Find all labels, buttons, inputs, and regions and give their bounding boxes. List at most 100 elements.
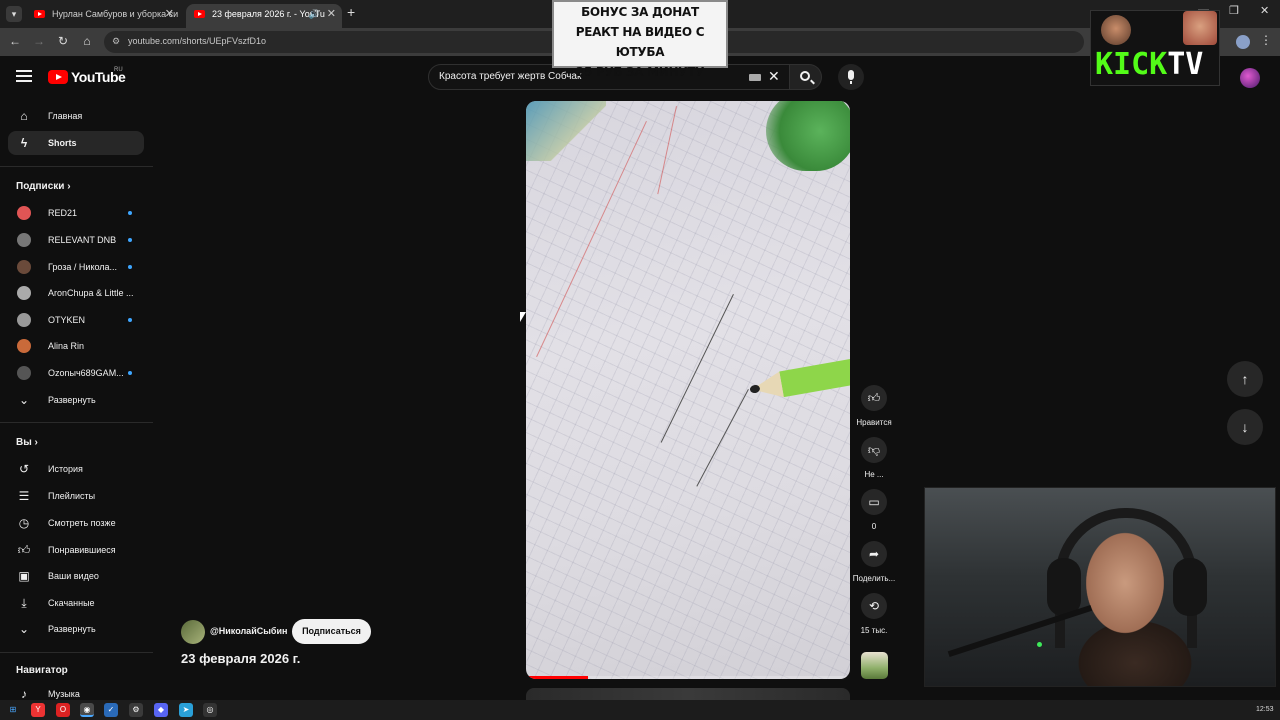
sidebar-item-your-videos[interactable]: ▣ Ваши видео (8, 564, 144, 588)
sidebar-item-subscription[interactable]: Ozonыч689GAM... (8, 361, 144, 385)
kick-tv-overlay: KICKTV (1090, 10, 1220, 86)
yandex-browser-icon[interactable]: Y (31, 703, 45, 717)
subscriptions-heading[interactable]: Подписки › (16, 181, 71, 192)
sidebar-expand-you[interactable]: ⌄ Развернуть (8, 617, 144, 641)
sidebar-item-subscription[interactable]: RELEVANT DNB (8, 228, 144, 252)
sidebar-expand-subscriptions[interactable]: ⌄ Развернуть (8, 388, 144, 412)
sidebar-item-label: Смотреть позже (48, 518, 116, 528)
sidebar-item-playlists[interactable]: ☰ Плейлисты (8, 484, 144, 508)
remix-button[interactable]: ⟲ (861, 593, 887, 619)
telegram-icon[interactable]: ➤ (179, 703, 193, 717)
headphones-detail (1047, 558, 1081, 616)
sidebar-item-label: Alina Rin (48, 341, 85, 351)
channel-avatar (17, 286, 31, 300)
restore-icon[interactable]: ❐ (1229, 4, 1239, 17)
sidebar-item-label: Плейлисты (48, 491, 96, 501)
subscriptions-title: Подписки (16, 181, 65, 192)
youtube-favicon-icon (194, 10, 205, 18)
sidebar-item-label: Скачанные (48, 598, 95, 608)
app-icon[interactable]: ✓ (104, 703, 118, 717)
account-avatar[interactable] (1240, 68, 1260, 88)
opera-icon[interactable]: O (56, 703, 70, 717)
remix-count: 15 тыс. (860, 626, 888, 635)
dislike-button[interactable]: 👎︎ (861, 437, 887, 463)
profile-icon[interactable] (1236, 35, 1250, 49)
sidebar-item-downloads[interactable]: ⤓ Скачанные (8, 591, 144, 615)
sidebar-item-subscription[interactable]: Alina Rin (8, 334, 144, 358)
keyboard-icon[interactable] (749, 74, 761, 81)
shorts-video-player[interactable] (526, 101, 850, 679)
sidebar-item-subscription[interactable]: AronChupa & Little ... (8, 281, 144, 305)
close-window-icon[interactable]: ✕ (1260, 4, 1269, 17)
shorts-icon: ϟ (20, 136, 28, 150)
browser-tab-2-active[interactable]: 23 февраля 2026 г. - YouTu 🔊 ✕ (186, 4, 342, 28)
like-label: Нравится (856, 418, 892, 427)
sidebar-item-subscription[interactable]: RED21 (8, 201, 144, 225)
channel-avatar (17, 366, 31, 380)
new-content-dot (128, 371, 132, 375)
you-heading[interactable]: Вы › (16, 437, 38, 448)
new-tab-button[interactable]: + (347, 4, 355, 20)
comments-button[interactable]: ▭ (861, 489, 887, 515)
sidebar-item-watch-later[interactable]: ◷ Смотреть позже (8, 511, 144, 535)
browser-tab-1[interactable]: Нурлан Самбуров и уборка си ✕ (26, 4, 180, 28)
sidebar-item-shorts[interactable]: ϟ Shorts (8, 131, 144, 155)
previous-short-button[interactable]: ↑ (1227, 361, 1263, 397)
sidebar-item-subscription[interactable]: Гроза / Никола... (8, 255, 144, 279)
sidebar-item-label: OTYKEN (48, 315, 86, 325)
tab-search-button[interactable]: ▾ (6, 6, 22, 22)
history-icon: ↺ (18, 462, 30, 476)
video-progress-bar[interactable] (526, 676, 850, 679)
tab-close-icon[interactable]: ✕ (327, 4, 336, 24)
clear-search-icon[interactable]: ✕ (768, 68, 780, 85)
home-browser-icon[interactable]: ⌂ (79, 34, 95, 48)
sidebar-item-label: Понравившиеся (48, 545, 116, 555)
headphones-detail (1173, 558, 1207, 616)
next-short-preview[interactable] (526, 688, 850, 700)
navigator-heading: Навигатор (16, 665, 68, 676)
tab-close-icon[interactable]: ✕ (165, 4, 174, 24)
hamburger-menu-icon[interactable] (16, 70, 32, 82)
discord-icon[interactable]: ◆ (154, 703, 168, 717)
reload-icon[interactable]: ↻ (55, 34, 71, 48)
channel-avatar[interactable] (181, 620, 205, 644)
channel-avatar (17, 339, 31, 353)
sidebar-item-subscription[interactable]: OTYKEN (8, 308, 144, 332)
browser-menu-icon[interactable]: ⋮ (1260, 33, 1272, 47)
sidebar-item-home[interactable]: ⌂ Главная (8, 104, 144, 128)
sidebar-item-history[interactable]: ↺ История (8, 457, 144, 481)
subscribe-button[interactable]: Подписаться (292, 619, 371, 644)
chevron-down-icon: ⌄ (18, 622, 30, 636)
forward-icon[interactable]: → (31, 34, 47, 48)
windows-start-icon[interactable]: ⊞ (6, 703, 20, 717)
sidebar-item-label: История (48, 464, 83, 474)
search-button[interactable] (790, 64, 822, 90)
streamer-webcam-overlay (924, 487, 1276, 687)
led-detail (1037, 642, 1042, 647)
music-icon: ♪ (21, 687, 27, 701)
voice-search-button[interactable] (838, 64, 864, 90)
chrome-icon[interactable]: ◉ (80, 703, 94, 717)
channel-handle[interactable]: @НиколайСыбин (210, 626, 287, 636)
sidebar-item-liked[interactable]: 👍︎ Понравившиеся (8, 538, 144, 562)
comments-count: 0 (871, 522, 877, 531)
short-title: 23 февраля 2026 г. (181, 651, 301, 666)
settings-app-icon[interactable]: ⚙ (129, 703, 143, 717)
sidebar-divider (0, 422, 153, 423)
search-icon (800, 71, 810, 81)
comment-icon: ▭ (868, 495, 880, 509)
sidebar-item-label: Ozonыч689GAM... (48, 368, 124, 378)
channel-avatar (17, 260, 31, 274)
back-icon[interactable]: ← (7, 34, 23, 48)
next-short-button[interactable]: ↓ (1227, 409, 1263, 445)
obs-icon[interactable]: ◎ (203, 703, 217, 717)
sound-thumbnail[interactable] (861, 652, 888, 679)
tab-audio-icon[interactable]: 🔊 (309, 4, 320, 24)
site-info-icon[interactable]: ⚙ (112, 36, 120, 47)
video-frame-detail (766, 101, 850, 171)
like-button[interactable]: 👍︎ (861, 385, 887, 411)
chevron-down-icon: ⌄ (18, 393, 30, 407)
new-content-dot (128, 211, 132, 215)
share-button[interactable]: ➦ (861, 541, 887, 567)
sidebar-item-label: Музыка (48, 689, 80, 699)
